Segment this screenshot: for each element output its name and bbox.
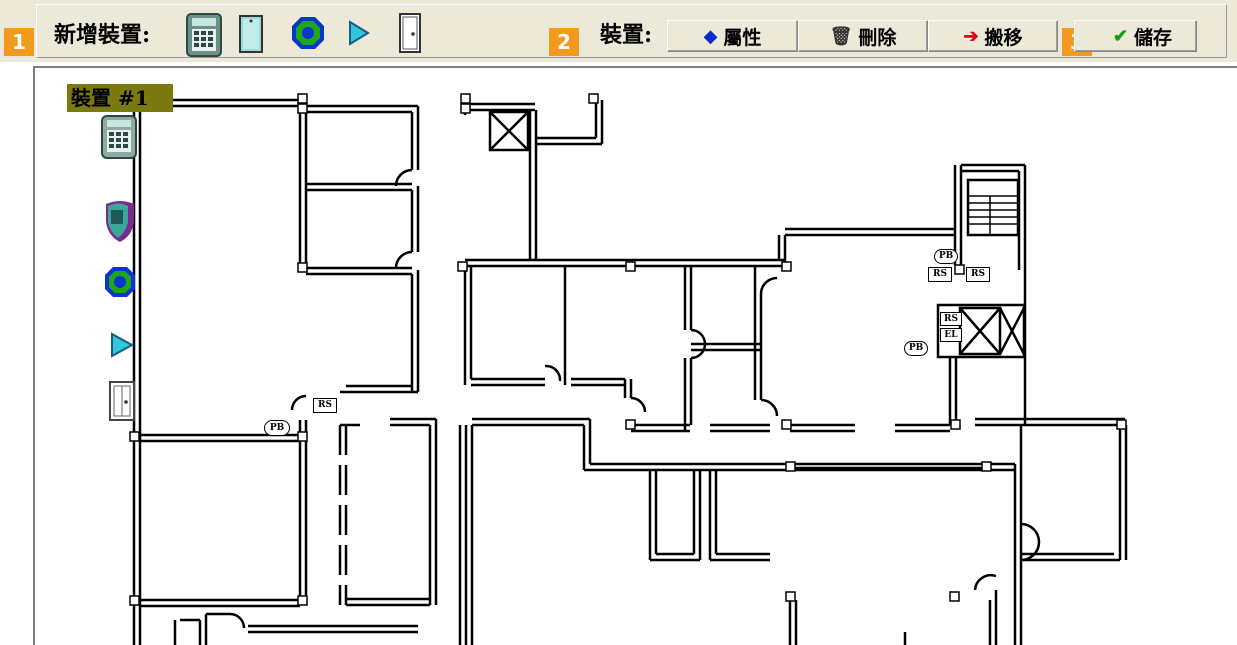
pb-label-stairs: PB: [934, 249, 958, 264]
motion-sensor-icon[interactable]: [104, 266, 136, 298]
rs-label-elevator: RS: [940, 312, 962, 326]
rs-label-stairs-left: RS: [928, 267, 952, 282]
pb-label: PB: [264, 420, 290, 436]
play-trigger-icon[interactable]: [109, 332, 135, 358]
pb-label-elevator: PB: [904, 341, 928, 356]
rs-label: RS: [313, 398, 337, 413]
device-tag[interactable]: 裝置 #1: [67, 84, 173, 112]
floor-plan: [129, 93, 1128, 645]
el-label: EL: [940, 328, 962, 342]
door-icon[interactable]: [108, 380, 136, 422]
keypad-icon[interactable]: [100, 114, 138, 160]
rs-label-stairs-right: RS: [966, 267, 990, 282]
shield-sensor-icon[interactable]: [102, 198, 138, 244]
